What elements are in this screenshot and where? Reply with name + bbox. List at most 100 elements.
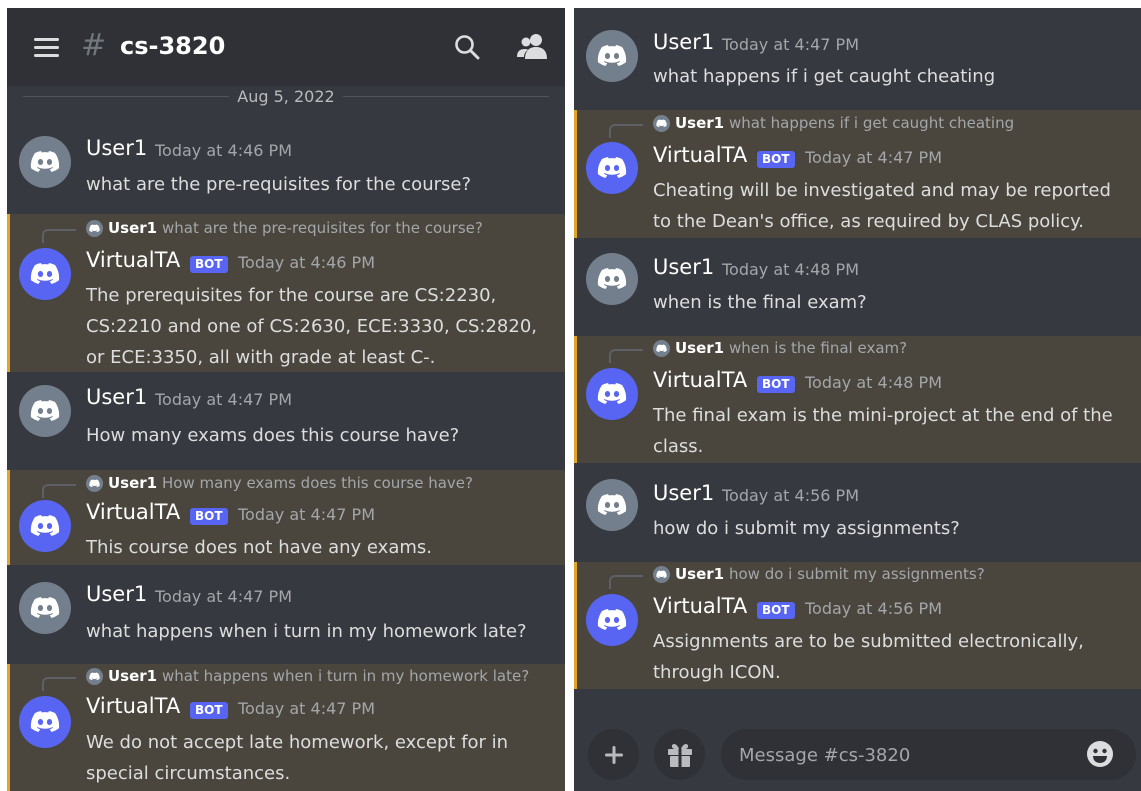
message-user[interactable]: User1 Today at 4:56 PM how do i submit m… — [574, 463, 1141, 562]
reply-text: How many exams does this course have? — [162, 474, 474, 492]
discord-icon — [30, 400, 60, 421]
message-user[interactable]: User1 Today at 4:47 PM what happens when… — [7, 565, 565, 664]
message-user[interactable]: User1 Today at 4:47 PM what happens if i… — [574, 8, 1141, 110]
reply-text: how do i submit my assignments? — [729, 565, 985, 583]
user-avatar[interactable] — [586, 479, 638, 531]
message-author[interactable]: User1 — [86, 136, 147, 160]
reply-author: User1 — [108, 667, 158, 685]
user-avatar[interactable] — [586, 30, 638, 82]
message-timestamp: Today at 4:46 PM — [238, 253, 375, 272]
message-timestamp: Today at 4:56 PM — [805, 599, 942, 618]
bot-avatar[interactable] — [19, 696, 71, 748]
message-timestamp: Today at 4:47 PM — [805, 148, 942, 167]
bot-avatar[interactable] — [19, 500, 71, 552]
message-timestamp: Today at 4:48 PM — [805, 373, 942, 392]
discord-icon — [30, 597, 60, 618]
discord-icon — [30, 711, 60, 732]
message-author[interactable]: VirtualTA — [86, 248, 180, 272]
message-text: when is the final exam? — [653, 292, 867, 313]
user-avatar[interactable] — [19, 582, 71, 634]
plus-icon — [604, 745, 623, 764]
message-bot[interactable]: User1 what happens if i get caught cheat… — [574, 110, 1141, 238]
message-text: The prerequisites for the course are CS:… — [86, 285, 537, 368]
message-author[interactable]: User1 — [86, 582, 147, 606]
discord-icon — [597, 157, 627, 178]
message-text: what happens when i turn in my homework … — [86, 621, 527, 642]
message-user[interactable]: User1 Today at 4:46 PM what are the pre-… — [7, 125, 565, 206]
message-author[interactable]: User1 — [653, 481, 714, 505]
discord-icon — [597, 45, 627, 66]
discord-icon — [30, 515, 60, 536]
channel-header: # cs-3820 — [7, 8, 565, 86]
message-author[interactable]: VirtualTA — [653, 594, 747, 618]
reply-author: User1 — [108, 474, 158, 492]
message-text: The final exam is the mini-project at th… — [653, 405, 1113, 457]
bot-badge: BOT — [757, 151, 795, 168]
message-text: Assignments are to be submitted electron… — [653, 631, 1084, 683]
channel-hash-icon: # — [81, 28, 107, 63]
message-user[interactable]: User1 Today at 4:48 PM when is the final… — [574, 238, 1141, 336]
discord-icon — [597, 494, 627, 515]
message-bot[interactable]: User1 how do i submit my assignments? Vi… — [574, 562, 1141, 689]
discord-icon — [89, 224, 100, 233]
discord-icon — [597, 383, 627, 404]
message-bot[interactable]: User1 when is the final exam? VirtualTA … — [574, 336, 1141, 463]
message-author[interactable]: VirtualTA — [653, 368, 747, 392]
bot-avatar[interactable] — [586, 594, 638, 646]
discord-icon — [89, 672, 100, 681]
reply-author: User1 — [675, 339, 725, 357]
hamburger-icon[interactable] — [34, 38, 59, 58]
reply-text: what happens when i turn in my homework … — [162, 667, 530, 685]
message-timestamp: Today at 4:47 PM — [155, 587, 292, 606]
reply-text: what are the pre-requisites for the cour… — [162, 219, 483, 237]
user-avatar[interactable] — [19, 385, 71, 437]
date-separator: Aug 5, 2022 — [23, 86, 549, 108]
message-author[interactable]: User1 — [653, 255, 714, 279]
bot-avatar[interactable] — [586, 142, 638, 194]
reply-text: what happens if i get caught cheating — [729, 114, 1015, 132]
message-text: what happens if i get caught cheating — [653, 66, 996, 87]
message-bot[interactable]: User1 How many exams does this course ha… — [7, 470, 565, 565]
user-avatar[interactable] — [586, 253, 638, 305]
date-separator-label: Aug 5, 2022 — [229, 87, 343, 106]
discord-icon — [30, 151, 60, 172]
bot-badge: BOT — [190, 702, 228, 719]
message-user[interactable]: User1 Today at 4:47 PM How many exams do… — [7, 372, 565, 470]
message-timestamp: Today at 4:56 PM — [722, 486, 859, 505]
reply-avatar — [86, 668, 103, 685]
attach-button[interactable] — [588, 729, 639, 780]
message-text: what are the pre-requisites for the cour… — [86, 174, 472, 195]
message-timestamp: Today at 4:47 PM — [238, 699, 375, 718]
message-text: We do not accept late homework, except f… — [86, 732, 509, 784]
message-author[interactable]: User1 — [86, 385, 147, 409]
reply-avatar — [86, 220, 103, 237]
message-text: This course does not have any exams. — [86, 537, 432, 558]
members-icon[interactable] — [517, 32, 547, 60]
reply-avatar — [653, 115, 670, 132]
emoji-icon[interactable] — [1086, 740, 1114, 768]
message-author[interactable]: User1 — [653, 30, 714, 54]
user-avatar[interactable] — [19, 136, 71, 188]
search-icon[interactable] — [454, 34, 480, 60]
message-bot[interactable]: User1 what happens when i turn in my hom… — [7, 664, 565, 791]
discord-icon — [656, 570, 667, 579]
reply-text: when is the final exam? — [729, 339, 908, 357]
message-author[interactable]: VirtualTA — [653, 143, 747, 167]
gift-button[interactable] — [654, 729, 705, 780]
message-author[interactable]: VirtualTA — [86, 694, 180, 718]
bot-badge: BOT — [757, 376, 795, 393]
discord-icon — [656, 119, 667, 128]
message-timestamp: Today at 4:46 PM — [155, 141, 292, 160]
gift-icon — [667, 743, 692, 767]
bot-badge: BOT — [190, 508, 228, 525]
bot-avatar[interactable] — [586, 368, 638, 420]
message-timestamp: Today at 4:48 PM — [722, 260, 859, 279]
bot-avatar[interactable] — [19, 248, 71, 300]
message-input[interactable] — [739, 741, 1059, 769]
reply-author: User1 — [675, 565, 725, 583]
message-bot[interactable]: User1 what are the pre-requisites for th… — [7, 214, 565, 372]
message-text: Cheating will be investigated and may be… — [653, 180, 1111, 232]
message-input-wrapper — [721, 729, 1136, 780]
message-author[interactable]: VirtualTA — [86, 500, 180, 524]
reply-author: User1 — [675, 114, 725, 132]
